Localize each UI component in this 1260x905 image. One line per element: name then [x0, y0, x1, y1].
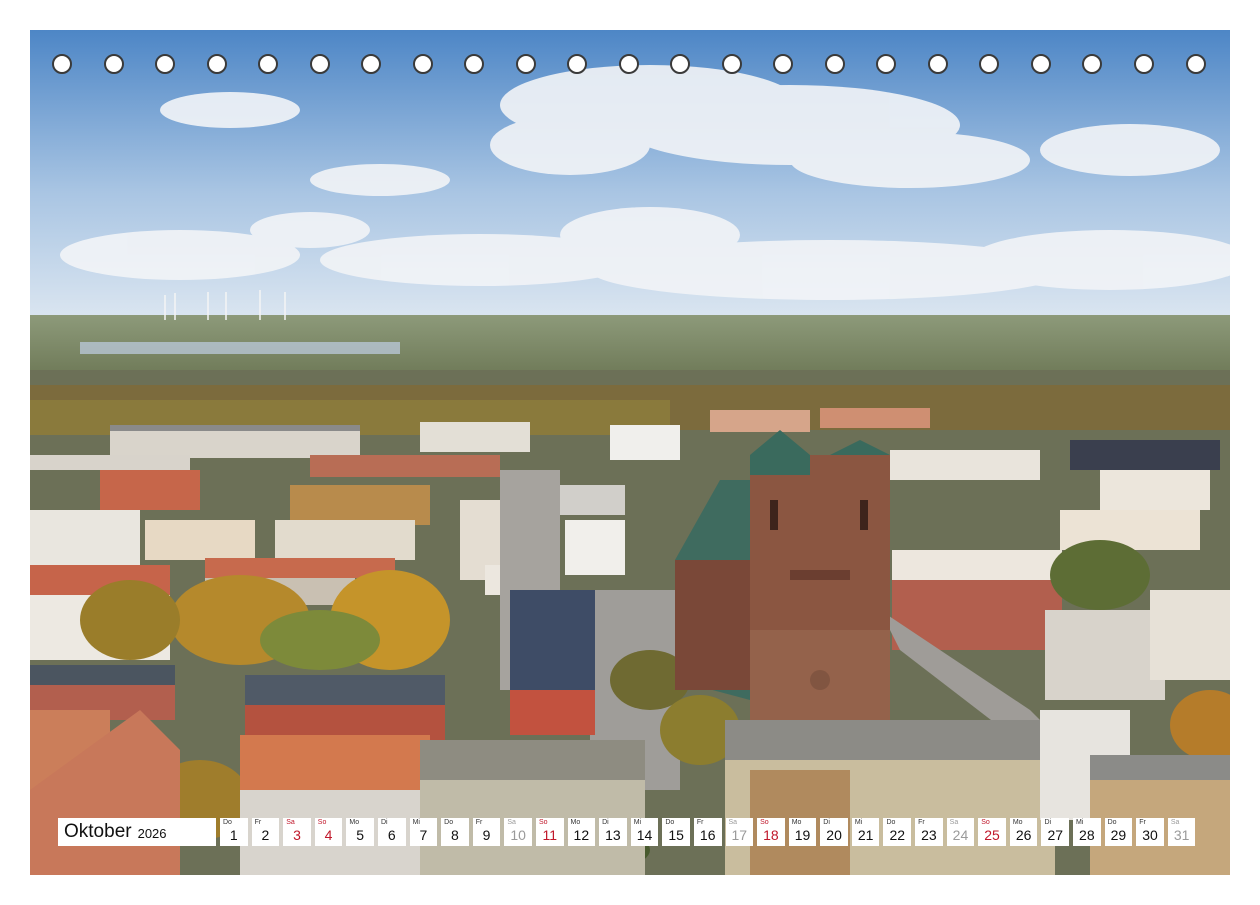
day-number: 17	[731, 827, 748, 843]
day-number: 27	[1047, 827, 1064, 843]
binding-hole	[104, 54, 124, 74]
binding-hole	[1082, 54, 1102, 74]
day-number: 8	[451, 827, 459, 843]
calendar-day: So 18	[757, 818, 785, 846]
calendar-day: Fr 30	[1136, 818, 1164, 846]
calendar-day: Mo 12	[567, 818, 596, 846]
binding-hole	[1186, 54, 1206, 74]
calendar-day: So 11	[535, 818, 564, 846]
calendar-day: Mi 21	[851, 818, 880, 846]
calendar-day: Sa 17	[725, 818, 754, 846]
month-label-box: Oktober 2026	[58, 818, 216, 846]
binding-hole	[52, 54, 72, 74]
day-number: 4	[324, 827, 333, 843]
binding-holes	[30, 54, 1230, 80]
binding-hole	[876, 54, 896, 74]
calendar-day: Sa 3	[283, 818, 311, 846]
day-number: 2	[261, 827, 270, 843]
day-number: 24	[952, 827, 969, 843]
calendar-day: Mi 7	[409, 818, 438, 846]
calendar-day: Fr 23	[915, 818, 943, 846]
day-number: 6	[387, 827, 396, 843]
calendar-day: Mi 14	[630, 818, 659, 846]
binding-hole	[619, 54, 639, 74]
calendar-day: Di 27	[1041, 818, 1070, 846]
calendar-day: Mi 28	[1073, 818, 1101, 846]
calendar-day: Fr 16	[693, 818, 722, 846]
day-number: 30	[1142, 827, 1158, 843]
day-number: 11	[542, 827, 557, 843]
binding-hole	[670, 54, 690, 74]
day-number: 10	[510, 827, 526, 843]
calendar-day: Mo 26	[1009, 818, 1038, 846]
binding-hole	[413, 54, 433, 74]
binding-hole	[464, 54, 484, 74]
day-number: 15	[668, 827, 684, 843]
binding-hole	[258, 54, 278, 74]
year: 2026	[137, 826, 167, 841]
day-number: 19	[794, 827, 811, 843]
binding-hole	[155, 54, 175, 74]
calendar-day: Mo 19	[788, 818, 817, 846]
calendar-day: Sa 31	[1167, 818, 1196, 846]
day-number: 31	[1173, 827, 1190, 843]
binding-hole	[1134, 54, 1154, 74]
day-number: 26	[1015, 827, 1032, 843]
calendar-day: Mo 5	[346, 818, 374, 846]
day-number: 28	[1079, 827, 1095, 843]
binding-hole	[516, 54, 536, 74]
calendar-strip: Oktober 2026 Do 1 Fr 2 Sa 3 So 4 Mo 5 Di 6 Mi 7 Do 8 Fr 9…	[58, 818, 1199, 846]
calendar-day: Fr 2	[251, 818, 280, 846]
calendar-day: Do 1	[220, 818, 248, 846]
calendar-day: Do 29	[1104, 818, 1133, 846]
binding-hole	[773, 54, 793, 74]
binding-hole	[722, 54, 742, 74]
binding-hole	[825, 54, 845, 74]
binding-hole	[928, 54, 948, 74]
calendar-day: Do 15	[662, 818, 690, 846]
calendar-day: So 4	[314, 818, 343, 846]
calendar-day: Do 8	[441, 818, 469, 846]
month-name: Oktober	[64, 821, 132, 842]
day-number: 13	[605, 827, 621, 843]
day-number: 16	[699, 827, 716, 843]
binding-hole	[207, 54, 227, 74]
day-number: 20	[826, 827, 842, 843]
binding-hole	[310, 54, 330, 74]
photo-illustration	[30, 30, 1230, 875]
calendar-day: Sa 24	[946, 818, 975, 846]
day-number: 14	[636, 827, 653, 843]
day-number: 3	[293, 827, 301, 843]
day-number: 7	[419, 827, 428, 843]
calendar-day: Di 20	[820, 818, 848, 846]
binding-hole	[1031, 54, 1051, 74]
day-number: 12	[573, 827, 590, 843]
calendar-day: Sa 10	[504, 818, 532, 846]
calendar-day: So 25	[978, 818, 1006, 846]
calendar-day: Do 22	[883, 818, 912, 846]
day-number: 1	[229, 827, 238, 843]
calendar-day: Di 13	[599, 818, 627, 846]
day-number: 23	[921, 827, 937, 843]
calendar-day: Di 6	[377, 818, 406, 846]
day-number: 29	[1110, 827, 1127, 843]
binding-hole	[361, 54, 381, 74]
day-number: 21	[857, 827, 874, 843]
day-number: 5	[356, 827, 365, 843]
day-number: 9	[482, 827, 491, 843]
binding-hole	[567, 54, 587, 74]
binding-hole	[979, 54, 999, 74]
aerial-city-photo	[30, 30, 1230, 875]
day-number: 22	[889, 827, 906, 843]
day-number: 18	[763, 827, 779, 843]
calendar-day: Fr 9	[472, 818, 501, 846]
day-number: 25	[984, 827, 1000, 843]
